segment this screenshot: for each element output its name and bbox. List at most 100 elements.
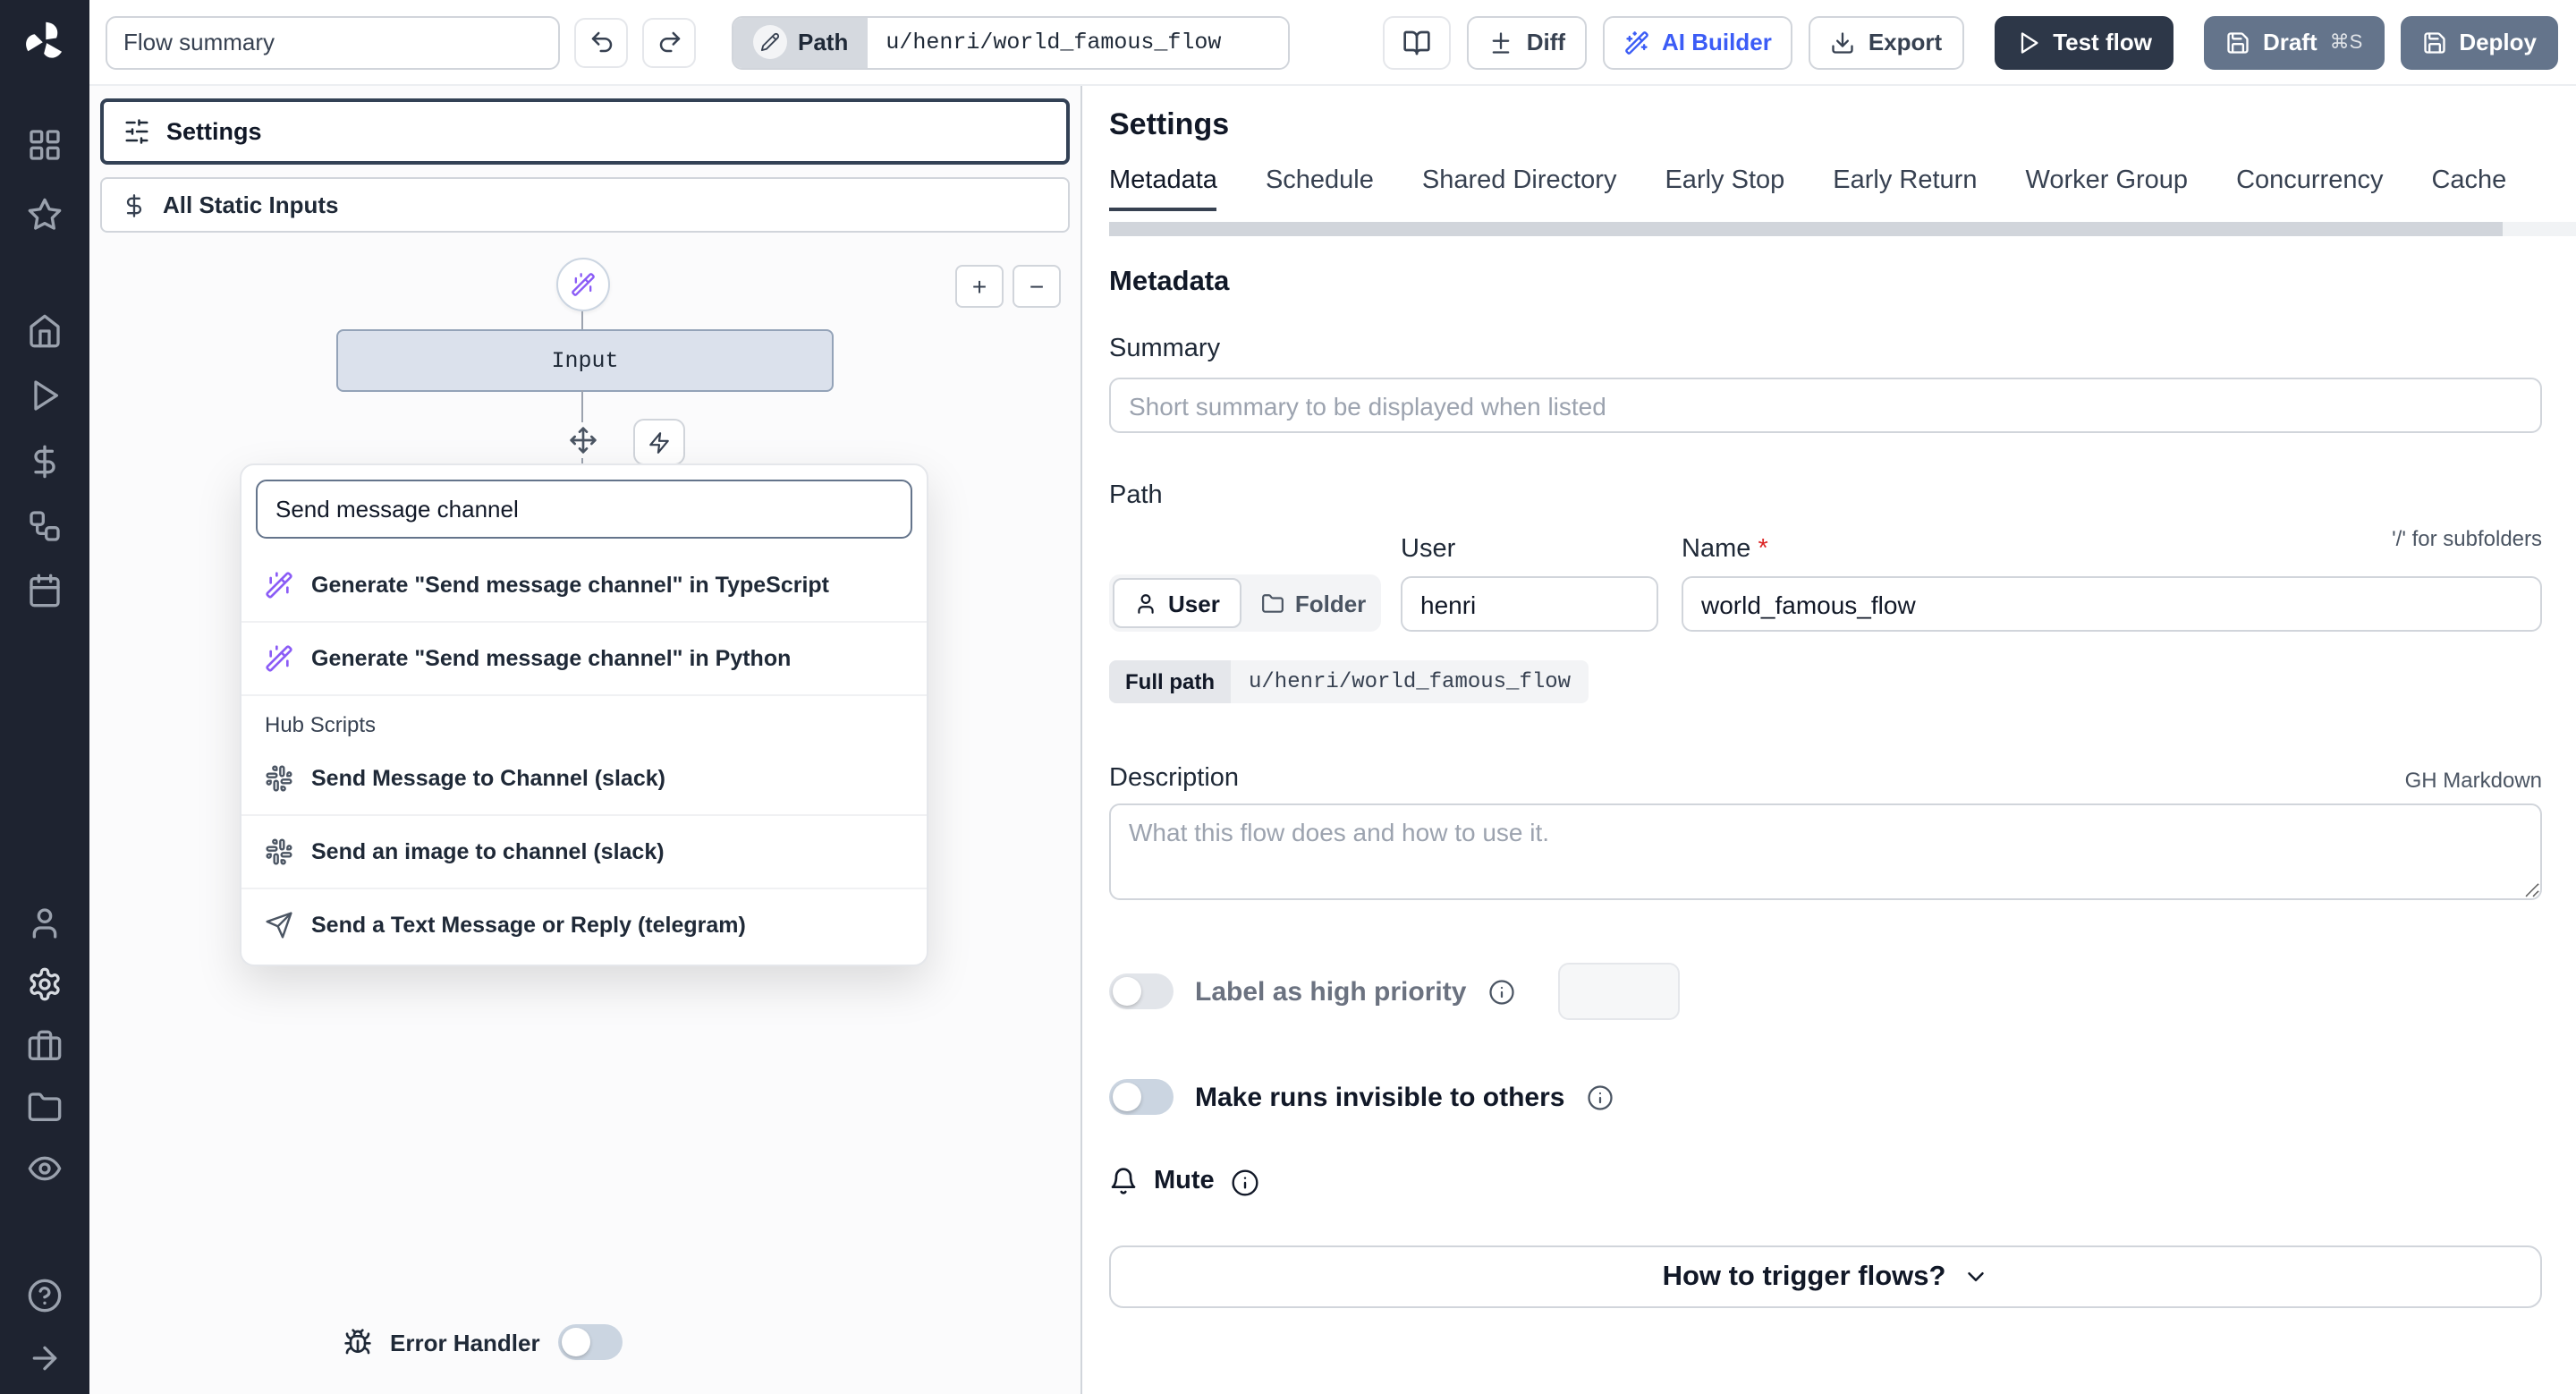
- mute-label: Mute: [1154, 1167, 1215, 1195]
- tab-metadata[interactable]: Metadata: [1109, 166, 1217, 211]
- wand-icon: [1625, 30, 1648, 54]
- description-label: Description: [1109, 764, 1240, 793]
- hub-script-option[interactable]: Send a Text Message or Reply (telegram): [242, 888, 927, 961]
- generate-typescript-option[interactable]: Generate "Send message channel" in TypeS…: [242, 549, 927, 621]
- invisible-runs-toggle[interactable]: [1109, 1079, 1174, 1115]
- folder-icon: [1261, 593, 1284, 612]
- undo-button[interactable]: [574, 17, 628, 67]
- hub-scripts-section-label: Hub Scripts: [242, 694, 927, 743]
- zoom-out-button[interactable]: −: [1013, 265, 1061, 308]
- flow-settings-node[interactable]: Settings: [100, 98, 1070, 165]
- description-textarea[interactable]: [1109, 803, 2542, 900]
- undo-icon: [590, 31, 612, 53]
- info-icon[interactable]: [1586, 1084, 1613, 1110]
- high-priority-toggle[interactable]: [1109, 973, 1174, 1009]
- ai-builder-button[interactable]: AI Builder: [1603, 15, 1793, 69]
- diff-button[interactable]: Diff: [1467, 15, 1588, 69]
- flow-settings-panel: Settings Metadata Schedule Shared Direct…: [1082, 86, 2576, 1394]
- tab-shared-directory[interactable]: Shared Directory: [1422, 166, 1617, 211]
- flow-summary-input[interactable]: [106, 15, 560, 69]
- help-icon[interactable]: [27, 1278, 63, 1313]
- briefcase-icon[interactable]: [27, 1029, 63, 1065]
- slack-icon: [266, 838, 292, 865]
- generate-python-option[interactable]: Generate "Send message channel" in Pytho…: [242, 621, 927, 694]
- tab-concurrency[interactable]: Concurrency: [2236, 166, 2383, 211]
- windmill-logo-icon[interactable]: [21, 18, 68, 64]
- docs-button[interactable]: [1383, 15, 1452, 69]
- tab-schedule[interactable]: Schedule: [1266, 166, 1374, 211]
- sliders-icon: [125, 119, 148, 144]
- home-icon[interactable]: [27, 313, 63, 349]
- edit-path-button[interactable]: Path: [733, 17, 869, 67]
- tab-early-return[interactable]: Early Return: [1833, 166, 1977, 211]
- input-node[interactable]: Input: [336, 329, 834, 392]
- dollar-icon[interactable]: [27, 444, 63, 480]
- name-field-label: Name *: [1682, 535, 1768, 564]
- high-priority-label: Label as high priority: [1195, 976, 1467, 1007]
- flow-canvas[interactable]: + − Input Generate "Send message channel…: [89, 233, 1080, 1394]
- summary-input[interactable]: [1109, 378, 2542, 433]
- eye-icon[interactable]: [27, 1151, 63, 1186]
- user-field-label: User: [1401, 535, 1456, 564]
- draft-shortcut: ⌘S: [2329, 32, 2363, 54]
- tabs-scrollbar: [1109, 222, 2576, 236]
- full-path-value: u/henri/world_famous_flow: [1231, 660, 1589, 703]
- calendar-icon[interactable]: [27, 573, 63, 608]
- grid-icon[interactable]: [27, 127, 63, 163]
- error-handler-node[interactable]: Error Handler: [343, 1324, 623, 1360]
- path-input[interactable]: [868, 17, 1289, 67]
- static-inputs-node[interactable]: All Static Inputs: [100, 177, 1070, 233]
- error-handler-toggle[interactable]: [557, 1324, 623, 1360]
- folder-icon[interactable]: [27, 1090, 63, 1126]
- static-inputs-label: All Static Inputs: [163, 191, 339, 218]
- info-icon[interactable]: [1231, 1168, 1258, 1195]
- path-section-label: Path: [1109, 481, 1163, 510]
- diff-icon: [1493, 31, 1511, 53]
- path-label: Path: [798, 29, 849, 55]
- invisible-runs-label: Make runs invisible to others: [1195, 1082, 1565, 1112]
- user-input[interactable]: [1401, 576, 1658, 632]
- tab-early-stop[interactable]: Early Stop: [1665, 166, 1784, 211]
- tabs-scrollbar-thumb[interactable]: [1109, 222, 2503, 236]
- info-icon[interactable]: [1487, 978, 1514, 1005]
- high-priority-value-input[interactable]: [1557, 963, 1680, 1020]
- owner-kind-segmented: User Folder: [1109, 574, 1381, 632]
- user-toggle-button[interactable]: User: [1113, 578, 1241, 628]
- gear-icon[interactable]: [27, 966, 63, 1002]
- tab-cache[interactable]: Cache: [2431, 166, 2506, 211]
- user-icon: [1138, 593, 1154, 613]
- export-button[interactable]: Export: [1809, 15, 1964, 69]
- user-icon[interactable]: [27, 905, 63, 941]
- hub-script-option[interactable]: Send Message to Channel (slack): [242, 743, 927, 814]
- zap-icon[interactable]: [633, 419, 685, 465]
- export-icon: [1833, 31, 1854, 53]
- step-search-input[interactable]: [256, 480, 912, 539]
- save-icon: [2423, 31, 2445, 53]
- hub-script-option[interactable]: Send an image to channel (slack): [242, 814, 927, 888]
- folder-toggle-button[interactable]: Folder: [1241, 578, 1385, 628]
- move-icon[interactable]: [565, 422, 601, 458]
- telegram-icon: [266, 912, 292, 939]
- ai-flow-node[interactable]: [556, 258, 610, 311]
- play-icon[interactable]: [27, 378, 63, 413]
- draft-button[interactable]: Draft ⌘S: [2203, 15, 2385, 69]
- workflow-icon[interactable]: [27, 508, 63, 544]
- app-window: Path Diff AI Builder Export Test flow Dr…: [0, 0, 2576, 1394]
- play-icon: [2021, 31, 2038, 53]
- summary-label: Summary: [1109, 335, 1221, 363]
- arrow-right-icon[interactable]: [27, 1340, 63, 1376]
- bug-icon: [344, 1329, 371, 1355]
- name-input[interactable]: [1682, 576, 2542, 632]
- settings-tabs: Metadata Schedule Shared Directory Early…: [1109, 166, 2542, 211]
- how-to-trigger-button[interactable]: How to trigger flows?: [1109, 1245, 2542, 1308]
- star-icon[interactable]: [27, 197, 63, 233]
- deploy-button[interactable]: Deploy: [2400, 15, 2558, 69]
- metadata-heading: Metadata: [1109, 267, 1230, 297]
- topbar: Path Diff AI Builder Export Test flow Dr…: [89, 0, 2576, 86]
- zoom-in-button[interactable]: +: [955, 265, 1004, 308]
- test-flow-button[interactable]: Test flow: [1994, 15, 2174, 69]
- redo-button[interactable]: [642, 17, 696, 67]
- tab-worker-group[interactable]: Worker Group: [2025, 166, 2188, 211]
- redo-icon: [658, 31, 680, 53]
